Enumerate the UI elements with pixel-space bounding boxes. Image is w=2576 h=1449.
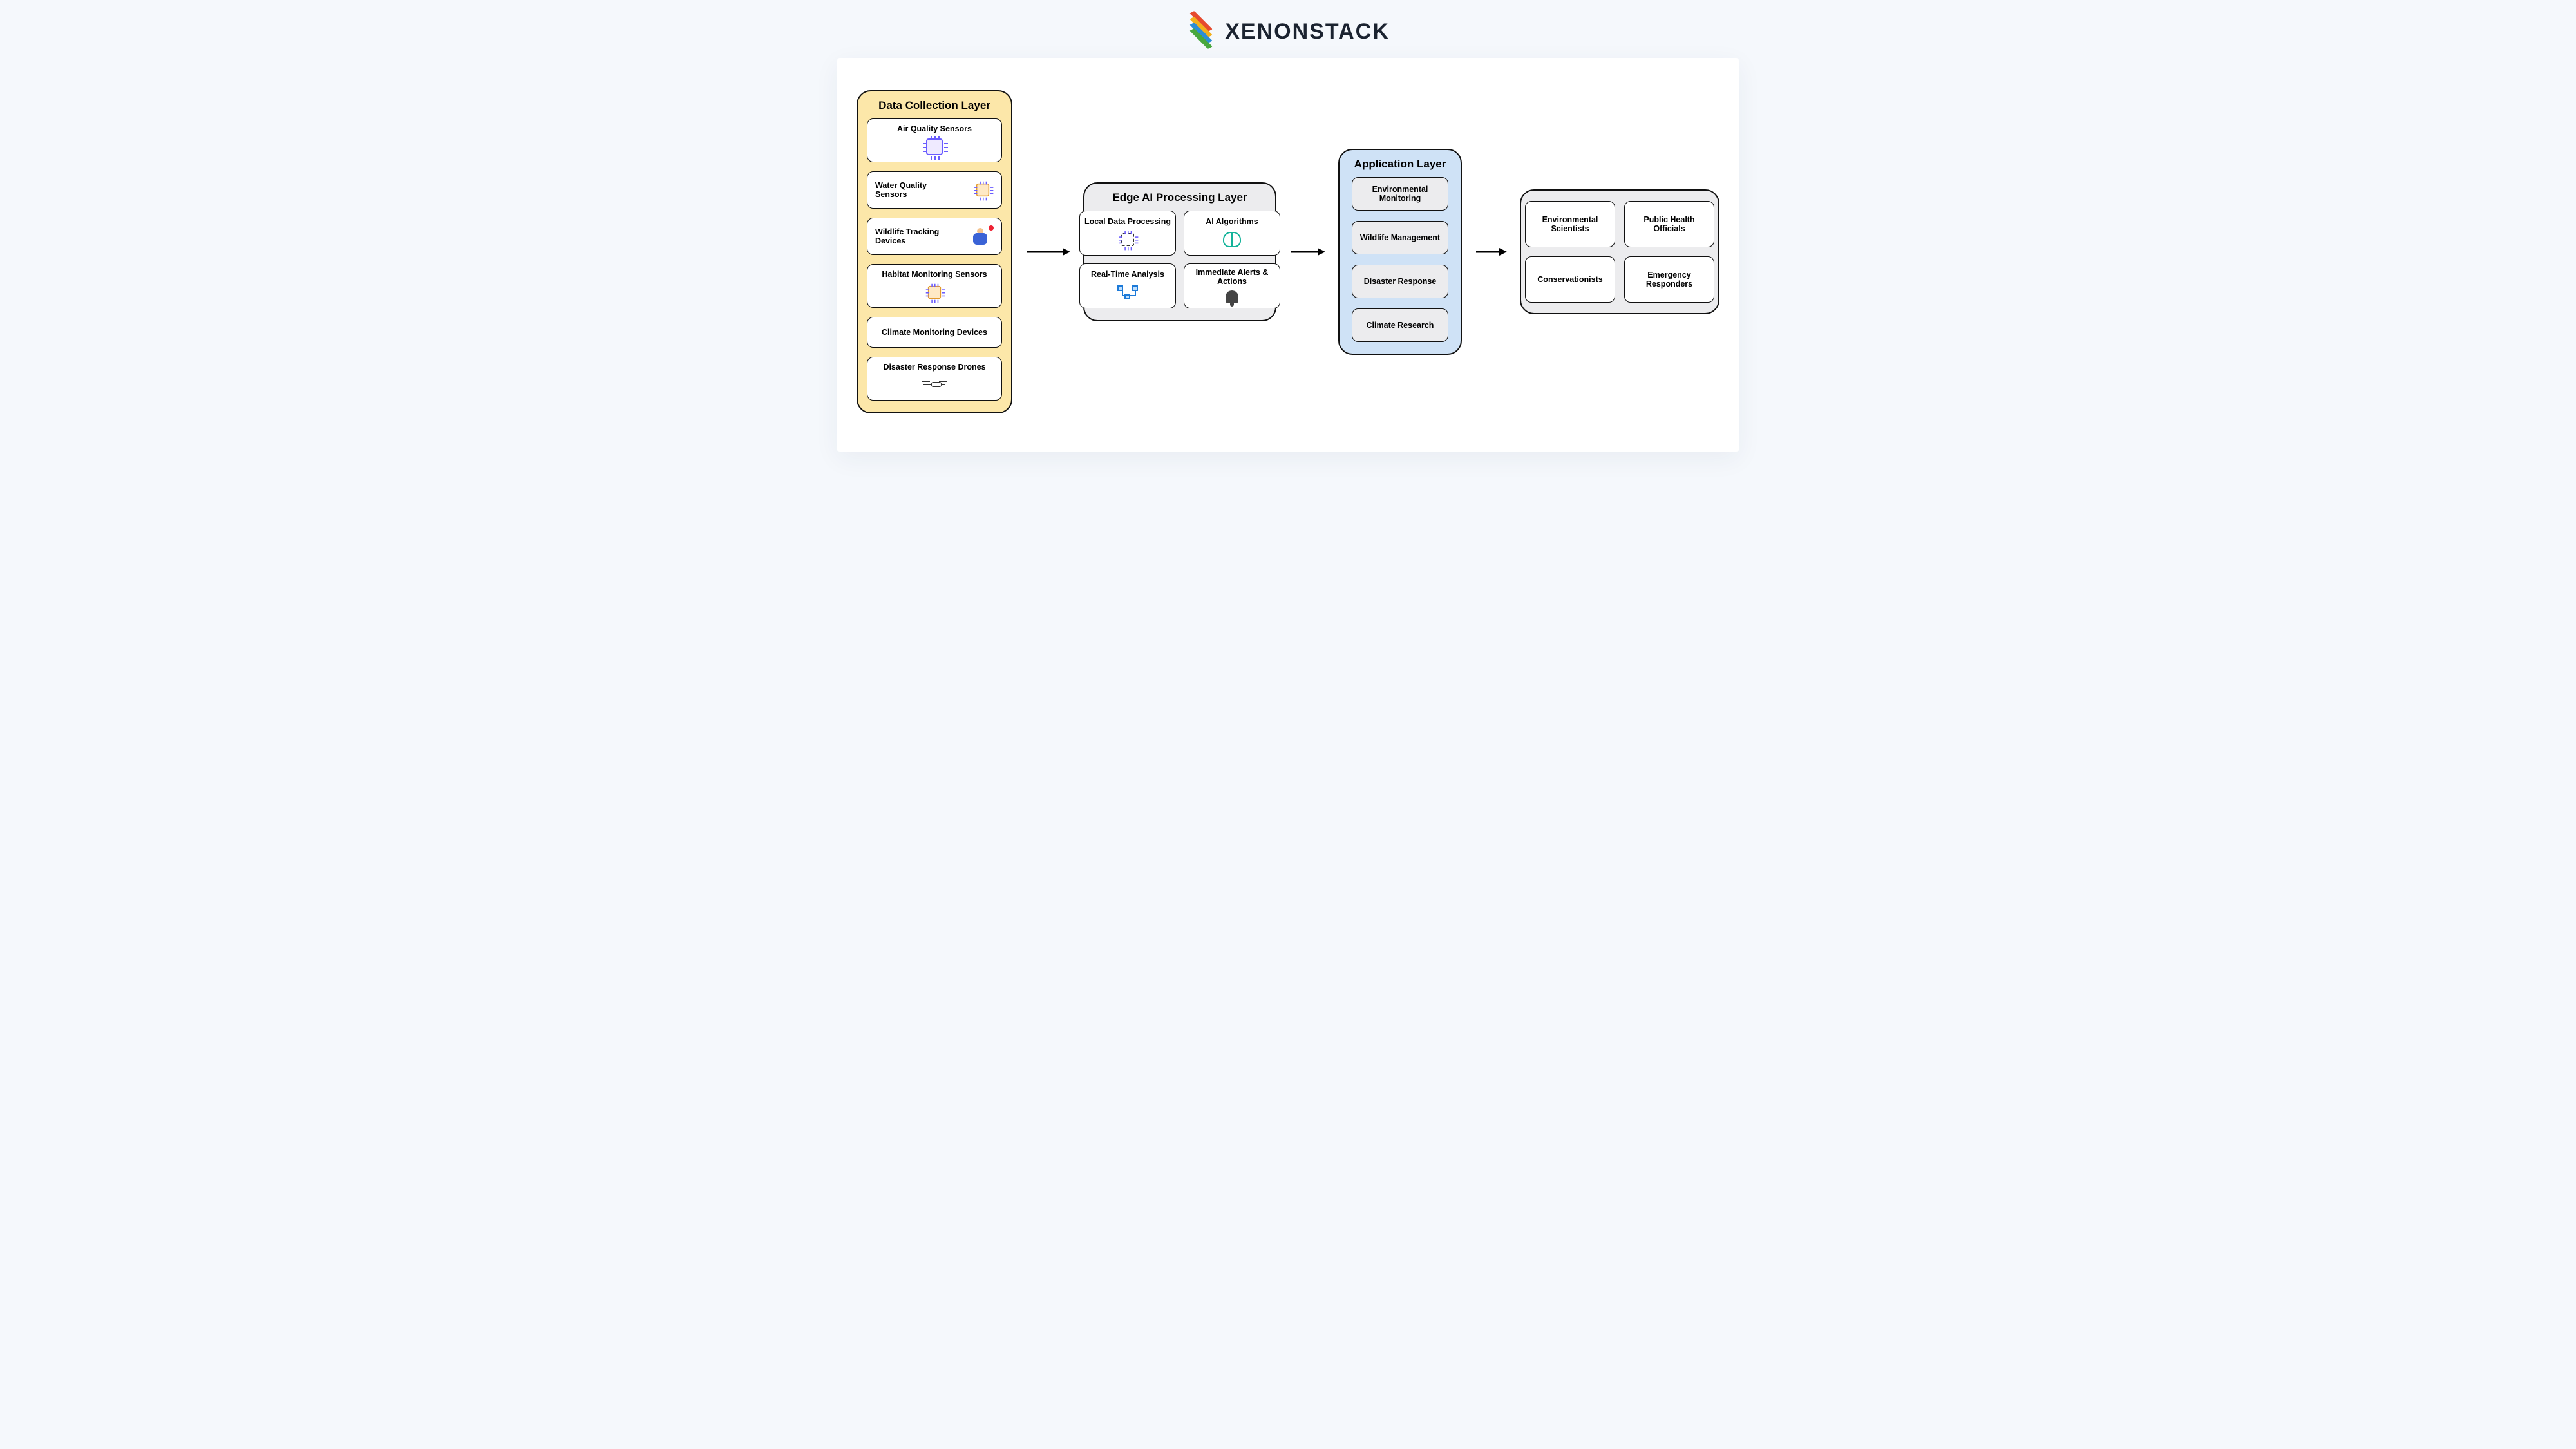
arrow-icon [1289,245,1325,258]
node-label: Disaster Response [1364,277,1437,286]
brand-header: XENONSTACK [1186,17,1390,46]
node-wildlife-tracking: Wildlife Tracking Devices [867,218,1002,255]
cpu-icon [1117,230,1139,249]
layer-title: Edge AI Processing Layer [1112,191,1247,204]
node-disaster-response: Disaster Response [1352,265,1448,298]
node-label: Air Quality Sensors [897,124,972,133]
drone-icon [923,375,945,395]
node-label: Immediate Alerts & Actions [1188,268,1276,286]
node-label: Local Data Processing [1084,217,1171,226]
node-label: Environmental Scientists [1531,215,1609,233]
arrow-icon [1475,245,1507,258]
node-conservationists: Conservationists [1525,256,1615,303]
node-label: Habitat Monitoring Sensors [882,270,987,279]
chip-icon [972,180,994,200]
node-air-quality-sensors: Air Quality Sensors [867,118,1002,162]
graph-nodes-icon [1117,283,1139,302]
person-tracking-icon [972,227,994,246]
node-label: Real-Time Analysis [1091,270,1164,279]
node-habitat-monitoring: Habitat Monitoring Sensors [867,264,1002,308]
node-local-data-processing: Local Data Processing [1079,211,1176,256]
node-wildlife-management: Wildlife Management [1352,221,1448,254]
node-label: Conservationists [1537,275,1602,284]
data-collection-layer: Data Collection Layer Air Quality Sensor… [857,90,1012,413]
node-disaster-drones: Disaster Response Drones [867,357,1002,401]
arrow-icon [1025,245,1070,258]
node-env-monitoring: Environmental Monitoring [1352,177,1448,211]
brand-name: XENONSTACK [1225,19,1390,44]
node-climate-monitoring: Climate Monitoring Devices [867,317,1002,348]
node-label: Climate Research [1367,321,1434,330]
node-environmental-scientists: Environmental Scientists [1525,201,1615,247]
node-label: Environmental Monitoring [1356,185,1444,203]
node-label: Disaster Response Drones [883,363,985,372]
node-label: Emergency Responders [1630,270,1709,289]
node-label: Wildlife Tracking Devices [875,227,946,245]
node-public-health-officials: Public Health Officials [1624,201,1714,247]
node-label: Climate Monitoring Devices [882,328,987,337]
node-emergency-responders: Emergency Responders [1624,256,1714,303]
node-label: Public Health Officials [1630,215,1709,233]
node-realtime-analysis: Real-Time Analysis [1079,263,1176,308]
node-climate-research: Climate Research [1352,308,1448,342]
logo-icon [1186,17,1216,46]
diagram-canvas: Data Collection Layer Air Quality Sensor… [837,58,1739,452]
chip-icon [923,137,945,156]
edge-processing-layer: Edge AI Processing Layer Local Data Proc… [1083,182,1276,321]
node-label: AI Algorithms [1206,217,1258,226]
chip-icon [923,283,945,302]
brain-icon [1221,230,1243,249]
node-water-quality-sensors: Water Quality Sensors [867,171,1002,209]
bell-icon [1221,290,1243,304]
node-alerts-actions: Immediate Alerts & Actions [1184,263,1280,308]
node-ai-algorithms: AI Algorithms [1184,211,1280,256]
users-layer: Environmental Scientists Public Health O… [1520,189,1719,314]
layer-title: Data Collection Layer [878,99,990,112]
node-label: Wildlife Management [1360,233,1440,242]
layer-title: Application Layer [1354,158,1446,171]
application-layer: Application Layer Environmental Monitori… [1338,149,1462,355]
node-label: Water Quality Sensors [875,181,946,199]
